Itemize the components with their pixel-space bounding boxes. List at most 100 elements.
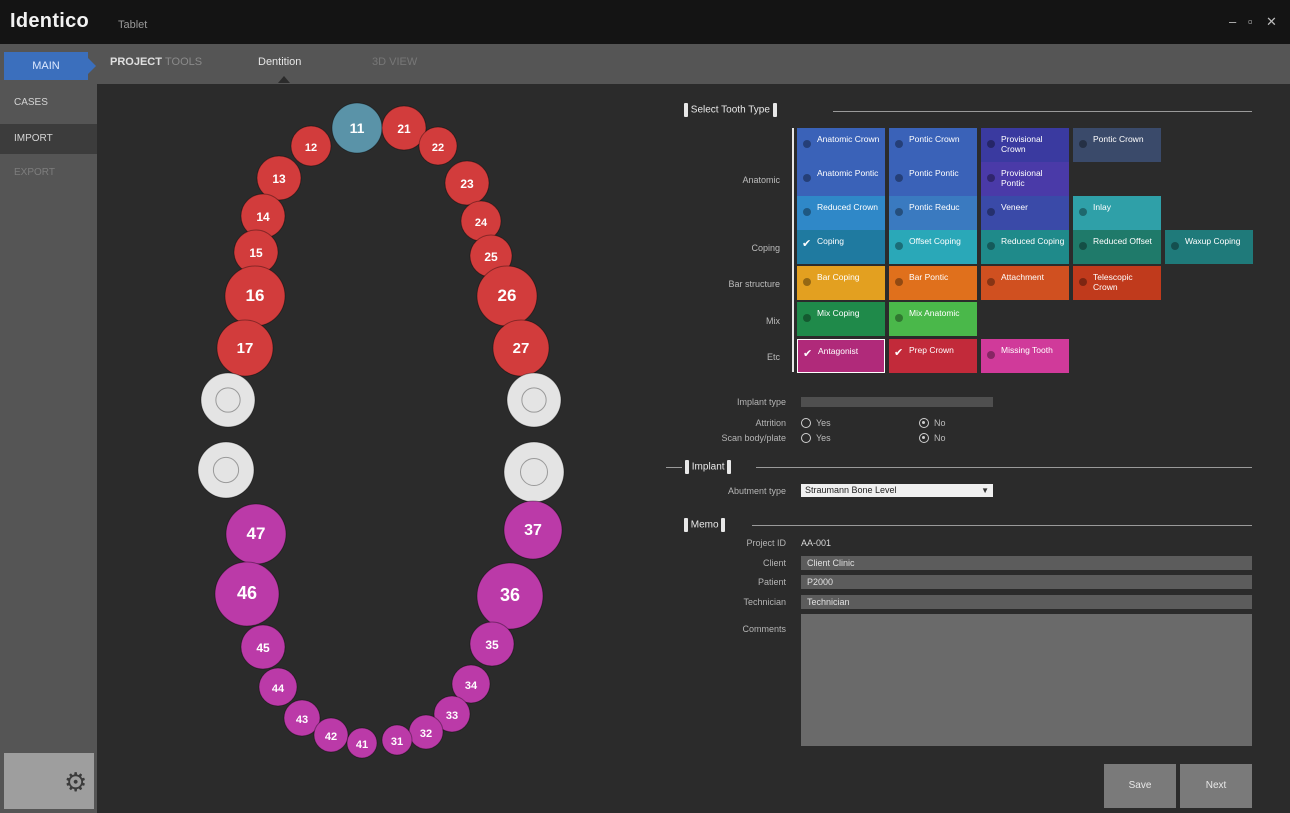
- tooth[interactable]: 22: [418, 126, 458, 166]
- tooth[interactable]: 36: [476, 562, 544, 630]
- active-tab-indicator: [278, 76, 290, 83]
- patient-field[interactable]: P2000: [801, 575, 1252, 589]
- tooth-type-button[interactable]: Missing Tooth: [981, 339, 1069, 373]
- tooth[interactable]: 44: [258, 667, 298, 707]
- attrition-no-radio[interactable]: [919, 418, 929, 428]
- dot-icon: [987, 174, 995, 182]
- tooth-type-button[interactable]: Pontic Crown: [889, 128, 977, 162]
- tooth-number: 22: [432, 142, 444, 154]
- tooth[interactable]: 11: [331, 102, 383, 154]
- tooth[interactable]: 31: [381, 724, 413, 756]
- tooth[interactable]: 12: [290, 125, 332, 167]
- tooth[interactable]: 16: [224, 265, 286, 327]
- tooth[interactable]: [506, 372, 562, 428]
- tooth-type-button[interactable]: Bar Coping: [797, 266, 885, 300]
- project-title-dim: TOOLS: [165, 56, 203, 68]
- sidebar-item-cases[interactable]: CASES: [0, 88, 97, 118]
- save-button[interactable]: Save: [1104, 764, 1176, 808]
- tooth[interactable]: [503, 441, 565, 503]
- close-icon[interactable]: ✕: [1266, 14, 1277, 30]
- tooth-type-label: Mix Coping: [817, 308, 860, 318]
- tooth-number: 14: [256, 210, 270, 224]
- tooth-type-button[interactable]: Offset Coping: [889, 230, 977, 264]
- tooth[interactable]: 46: [214, 561, 280, 627]
- next-button[interactable]: Next: [1180, 764, 1252, 808]
- tooth-number: 47: [247, 524, 266, 543]
- tooth-type-separator: [792, 128, 794, 372]
- row-label-mix: Mix: [766, 316, 780, 326]
- divider: [833, 111, 1252, 112]
- tooth-type-button[interactable]: Reduced Crown: [797, 196, 885, 230]
- attrition-yes-radio[interactable]: [801, 418, 811, 428]
- dot-icon: [895, 314, 903, 322]
- tooth-number: 35: [485, 638, 499, 652]
- gear-icon[interactable]: ⚙: [64, 767, 87, 798]
- tab-dentition[interactable]: Dentition: [258, 56, 301, 68]
- tooth-type-label: Antagonist: [818, 346, 859, 356]
- app-subtitle: Tablet: [118, 19, 148, 31]
- tooth-type-button[interactable]: Pontic Crown: [1073, 128, 1161, 162]
- tab-main[interactable]: MAIN: [4, 52, 88, 80]
- minimize-icon[interactable]: –: [1229, 14, 1236, 29]
- tooth-type-button[interactable]: Provisional Crown: [981, 128, 1069, 162]
- tooth-number: 13: [272, 172, 286, 186]
- tooth-type-button[interactable]: Waxup Coping: [1165, 230, 1253, 264]
- maximize-icon[interactable]: ▫: [1248, 14, 1253, 29]
- tooth[interactable]: [200, 372, 256, 428]
- client-field[interactable]: Client Clinic: [801, 556, 1252, 570]
- tooth[interactable]: 41: [346, 727, 378, 759]
- tooth-type-label: Veneer: [1001, 202, 1028, 212]
- tooth-type-button[interactable]: Reduced Offset: [1073, 230, 1161, 264]
- tooth-type-label: Offset Coping: [909, 236, 961, 246]
- tooth-type-button[interactable]: Telescopic Crown: [1073, 266, 1161, 300]
- tooth-type-button[interactable]: ✔ Antagonist: [797, 339, 885, 373]
- tooth-type-button[interactable]: Mix Coping: [797, 302, 885, 336]
- tooth-type-button[interactable]: ✔ Prep Crown: [889, 339, 977, 373]
- abutment-type-select[interactable]: Straumann Bone Level ▼: [801, 484, 993, 497]
- client-label: Client: [762, 558, 786, 568]
- tab-3d-view[interactable]: 3D VIEW: [372, 56, 417, 68]
- tooth-number: 46: [237, 583, 257, 603]
- scan-body-yes-radio[interactable]: [801, 433, 811, 443]
- tooth[interactable]: 17: [216, 319, 274, 377]
- tooth-type-label: Provisional Pontic: [1001, 168, 1043, 188]
- tooth-type-button[interactable]: Veneer: [981, 196, 1069, 230]
- tooth-type-button[interactable]: ✔ Coping: [797, 230, 885, 264]
- tooth-type-button[interactable]: Reduced Coping: [981, 230, 1069, 264]
- dot-icon: [803, 174, 811, 182]
- tooth[interactable]: 13: [256, 155, 302, 201]
- tooth-type-button[interactable]: Anatomic Pontic: [797, 162, 885, 196]
- sidebar: CASES IMPORT EXPORT: [0, 84, 97, 813]
- tooth-type-label: Anatomic Pontic: [817, 168, 879, 178]
- tooth-type-button[interactable]: Bar Pontic: [889, 266, 977, 300]
- tooth[interactable]: 27: [492, 319, 550, 377]
- tooth[interactable]: [197, 441, 255, 499]
- tooth[interactable]: 47: [225, 503, 287, 565]
- tooth-type-button[interactable]: Pontic Pontic: [889, 162, 977, 196]
- tooth[interactable]: 23: [444, 160, 490, 206]
- tooth-type-button[interactable]: Mix Anatomic: [889, 302, 977, 336]
- sidebar-item-export[interactable]: EXPORT: [0, 158, 97, 188]
- tooth-type-label: Anatomic Crown: [817, 134, 880, 144]
- divider: [756, 467, 1252, 468]
- tooth-type-button[interactable]: Inlay: [1073, 196, 1161, 230]
- comments-textarea[interactable]: [801, 614, 1252, 746]
- tooth-number: 33: [446, 710, 458, 722]
- tooth-type-button[interactable]: Attachment: [981, 266, 1069, 300]
- tooth[interactable]: 35: [469, 621, 515, 667]
- tooth-type-button[interactable]: Pontic Reduc: [889, 196, 977, 230]
- tooth[interactable]: 37: [503, 500, 563, 560]
- implant-type-field[interactable]: [801, 397, 993, 407]
- tooth-type-button[interactable]: Provisional Pontic: [981, 162, 1069, 196]
- app-name: Identico: [10, 10, 90, 32]
- scan-body-no-label: No: [934, 433, 946, 443]
- tooth[interactable]: 45: [240, 624, 286, 670]
- tooth[interactable]: 32: [408, 714, 444, 750]
- tooth[interactable]: 42: [313, 717, 349, 753]
- scan-body-no-radio[interactable]: [919, 433, 929, 443]
- check-icon: ✔: [802, 238, 812, 250]
- tooth-type-button[interactable]: Anatomic Crown: [797, 128, 885, 162]
- sidebar-item-import[interactable]: IMPORT: [0, 124, 97, 154]
- tooth[interactable]: 26: [476, 265, 538, 327]
- technician-field[interactable]: Technician: [801, 595, 1252, 609]
